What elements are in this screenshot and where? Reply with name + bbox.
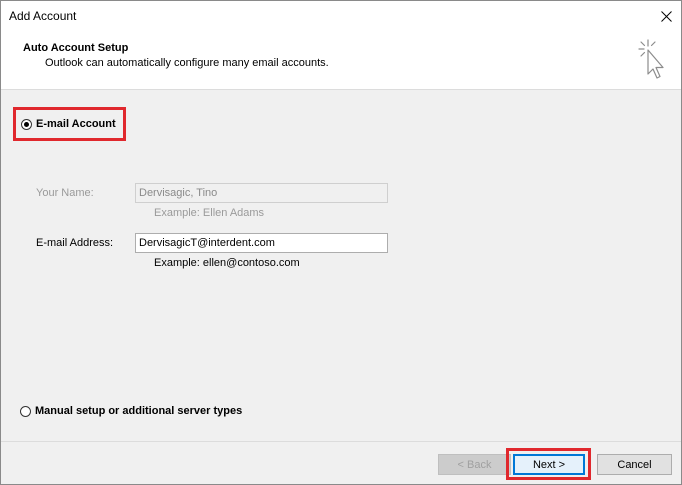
next-button[interactable]: Next > [513,454,585,475]
window-title: Add Account [9,9,77,23]
manual-setup-radio[interactable] [20,405,31,417]
header-title: Auto Account Setup [23,42,129,54]
email-account-radio[interactable] [21,118,32,130]
add-account-dialog: Add Account Auto Account Setup Outlook c… [0,0,682,485]
back-button[interactable]: < Back [438,454,511,475]
header-subtitle: Outlook can automatically configure many… [45,57,329,69]
wizard-header: Auto Account Setup Outlook can automatic… [1,32,681,90]
email-address-example: Example: ellen@contoso.com [154,257,300,269]
your-name-label: Your Name: [36,187,94,199]
cancel-button[interactable]: Cancel [597,454,672,475]
your-name-example: Example: Ellen Adams [154,207,265,219]
close-icon [660,11,672,22]
manual-setup-radio-option[interactable]: Manual setup or additional server types [20,405,242,417]
email-account-radio-option[interactable]: E-mail Account [21,118,116,130]
email-account-label: E-mail Account [36,118,116,130]
sparkle-cursor-icon [638,39,664,79]
your-name-field: Dervisagic, Tino [135,183,388,203]
manual-setup-label: Manual setup or additional server types [35,405,243,417]
close-button[interactable] [651,1,681,32]
title-bar: Add Account [1,1,681,32]
email-address-label: E-mail Address: [36,237,114,249]
email-address-field[interactable]: DervisagicT@interdent.com [135,233,388,253]
footer-divider [1,441,681,442]
